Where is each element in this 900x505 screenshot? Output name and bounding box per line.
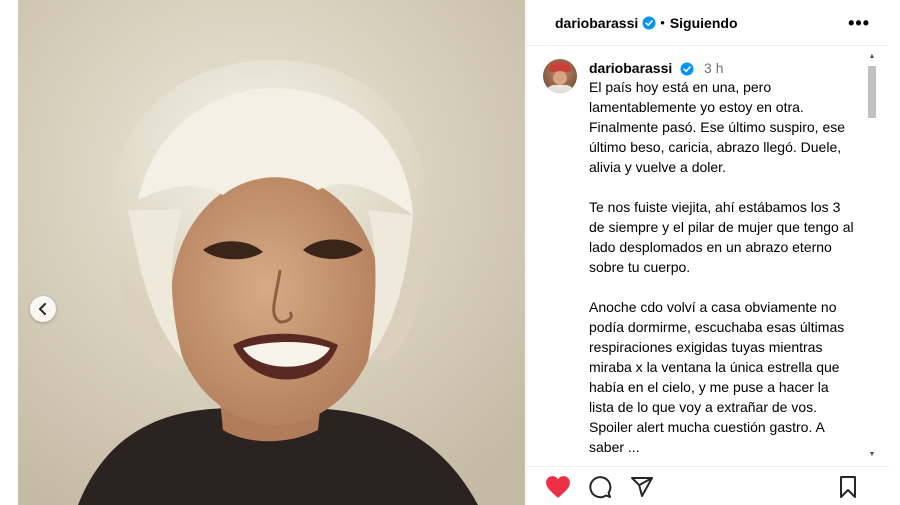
post-actions: [527, 466, 889, 505]
heart-icon: [546, 475, 570, 498]
caption-paragraph: Anoche cdo volví a casa obviamente no po…: [589, 299, 845, 455]
avatar-shirt: [546, 85, 574, 93]
chevron-left-icon: [39, 303, 46, 315]
caption-body: dariobarassi 3 h El país hoy está en una…: [589, 59, 855, 458]
save-button[interactable]: [833, 472, 863, 502]
caption-paragraph: Te nos fuiste viejita, ahí estábamos los…: [589, 199, 854, 275]
scroll-down-arrow[interactable]: ▼: [866, 448, 878, 460]
header-separator: •: [660, 15, 665, 30]
page-margin: [0, 0, 18, 505]
more-options-button[interactable]: •••: [848, 14, 870, 32]
post-side-panel: dariobarassi • Siguiendo ••• dariobarass…: [526, 0, 889, 505]
scroll-thumb[interactable]: [868, 66, 876, 118]
avatar-face: [553, 71, 567, 85]
comment-icon: [589, 475, 612, 498]
header-username[interactable]: dariobarassi: [555, 15, 638, 31]
bookmark-icon: [840, 475, 856, 498]
following-button[interactable]: Siguiendo: [670, 15, 738, 31]
caption-username[interactable]: dariobarassi: [589, 60, 672, 76]
avatar[interactable]: [543, 59, 577, 93]
caption-head: dariobarassi 3 h: [589, 59, 855, 77]
post-photo[interactable]: [18, 0, 525, 505]
post-header: dariobarassi • Siguiendo •••: [527, 0, 888, 46]
share-icon: [631, 476, 653, 497]
photo-illustration: [18, 0, 525, 505]
post-timestamp[interactable]: 3 h: [704, 60, 723, 76]
share-button[interactable]: [627, 472, 657, 502]
like-button[interactable]: [543, 472, 573, 502]
caption-paragraph: El país hoy está en una, pero lamentable…: [589, 79, 846, 175]
post-caption: dariobarassi 3 h El país hoy está en una…: [527, 47, 865, 458]
comments-area: dariobarassi 3 h El país hoy está en una…: [527, 47, 865, 458]
comments-scrollbar[interactable]: ▲ ▼: [866, 50, 878, 460]
verified-badge-icon: [642, 16, 656, 29]
verified-badge-icon: [680, 62, 694, 76]
caption-text: El país hoy está en una, pero lamentable…: [589, 77, 855, 457]
carousel-prev-button[interactable]: [30, 296, 56, 322]
comment-button[interactable]: [585, 472, 615, 502]
scroll-up-arrow[interactable]: ▲: [866, 50, 878, 62]
